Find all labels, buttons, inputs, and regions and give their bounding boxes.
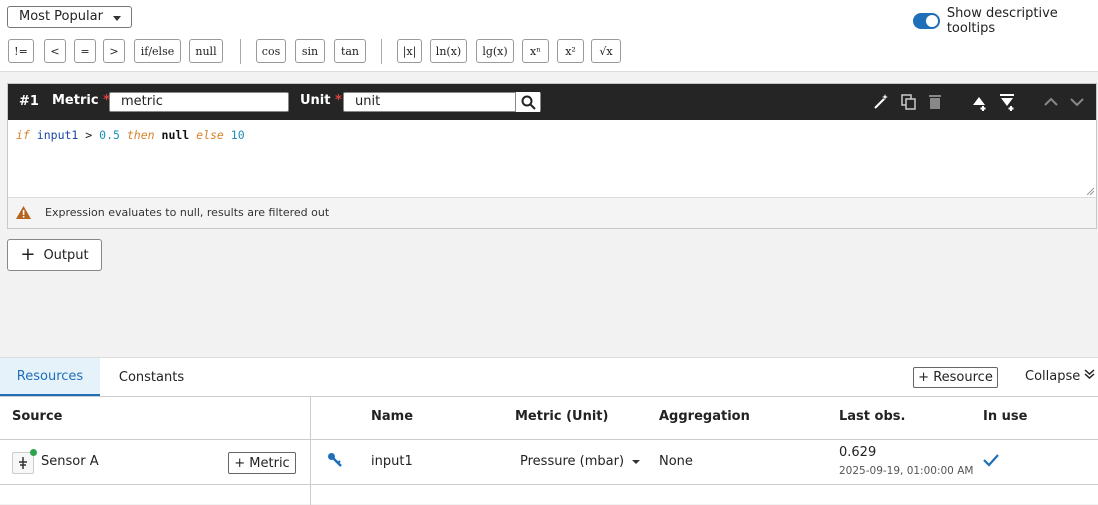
ln-button[interactable]: ln(x)	[430, 39, 467, 63]
last-obs-value: 0.629	[839, 445, 877, 460]
chevron-up-icon[interactable]	[1042, 93, 1060, 111]
tan-button[interactable]: tan	[334, 39, 366, 63]
header-in-use: In use	[983, 409, 1028, 424]
unit-label: Unit *	[300, 93, 342, 108]
expression-warning: Expression evaluates to null, results ar…	[8, 198, 1096, 228]
expression-number: #1	[19, 94, 39, 109]
lg-button[interactable]: lg(x)	[476, 39, 514, 63]
resources-panel: Resources Constants + Resource Collapse …	[0, 357, 1098, 505]
tooltips-toggle[interactable]	[913, 13, 940, 29]
abs-button[interactable]: |x|	[397, 39, 422, 63]
double-chevron-down-icon	[1084, 369, 1095, 380]
tab-constants[interactable]: Constants	[100, 358, 203, 396]
collapse-button[interactable]: Collapse	[1025, 369, 1095, 384]
unit-search-button[interactable]	[515, 92, 540, 112]
expression-card: #1 Metric * metric Unit * unit if input1…	[7, 83, 1097, 229]
row-divider	[0, 484, 1098, 485]
dropdown-value: Most Popular	[19, 9, 103, 24]
chevron-down-icon	[113, 16, 121, 21]
expression-editor[interactable]: if input1 > 0.5 then null else 10	[8, 120, 1096, 198]
metric-unit-select[interactable]: Pressure (mbar)	[520, 454, 641, 469]
tooltips-toggle-group: Show descriptive tooltips	[913, 6, 1098, 36]
last-obs-time: 2025-09-19, 01:00:00 AM	[839, 465, 974, 477]
separator	[240, 39, 241, 64]
header-metric-unit: Metric (Unit)	[515, 409, 609, 424]
header-name: Name	[371, 409, 414, 424]
sqrt-button[interactable]: √x	[591, 39, 621, 63]
less-than-button[interactable]: <	[44, 39, 66, 63]
square-button[interactable]: x²	[557, 39, 584, 63]
chevron-down-icon	[632, 460, 641, 464]
function-category-dropdown[interactable]: Most Popular	[7, 6, 132, 28]
move-to-bottom-icon[interactable]	[998, 93, 1016, 111]
resize-handle-icon[interactable]	[1086, 187, 1094, 195]
move-to-top-icon[interactable]	[970, 93, 988, 111]
magic-wand-icon[interactable]	[872, 93, 890, 111]
table-divider	[0, 396, 1098, 397]
column-divider	[310, 396, 311, 505]
cos-button[interactable]: cos	[256, 39, 286, 63]
unit-input[interactable]: unit	[343, 92, 541, 112]
add-resource-button[interactable]: + Resource	[913, 367, 998, 388]
status-dot	[30, 449, 37, 456]
key-icon[interactable]	[327, 452, 343, 468]
variable-name[interactable]: input1	[371, 454, 413, 469]
null-button[interactable]: null	[189, 39, 223, 63]
tooltips-label: Show descriptive tooltips	[946, 6, 1058, 36]
delete-icon[interactable]	[926, 93, 944, 111]
metric-input[interactable]: metric	[109, 92, 289, 112]
search-icon	[521, 95, 536, 110]
add-output-button[interactable]: + Output	[7, 239, 102, 271]
greater-than-button[interactable]: >	[103, 39, 125, 63]
toolbar: Most Popular Show descriptive tooltips !…	[0, 0, 1098, 72]
copy-icon[interactable]	[900, 93, 918, 111]
add-metric-button[interactable]: + Metric	[228, 452, 296, 474]
chevron-down-icon[interactable]	[1068, 93, 1086, 111]
plus-icon: +	[20, 244, 36, 265]
if-else-button[interactable]: if/else	[134, 39, 181, 63]
header-last-obs: Last obs.	[839, 409, 906, 424]
header-source: Source	[12, 409, 63, 424]
source-name[interactable]: Sensor A	[41, 454, 99, 469]
separator	[381, 39, 382, 64]
header-divider	[0, 439, 1098, 440]
expression-header: #1 Metric * metric Unit * unit	[8, 84, 1096, 120]
sin-button[interactable]: sin	[295, 39, 325, 63]
warning-icon	[16, 206, 31, 219]
metric-label: Metric *	[52, 93, 110, 108]
aggregation-value[interactable]: None	[659, 454, 693, 469]
tab-resources[interactable]: Resources	[0, 358, 100, 396]
warning-text: Expression evaluates to null, results ar…	[45, 206, 330, 219]
header-aggregation: Aggregation	[659, 409, 750, 424]
power-n-button[interactable]: xⁿ	[522, 39, 549, 63]
check-icon	[983, 454, 999, 467]
equals-button[interactable]: =	[74, 39, 96, 63]
not-equal-button[interactable]: !=	[8, 39, 34, 63]
